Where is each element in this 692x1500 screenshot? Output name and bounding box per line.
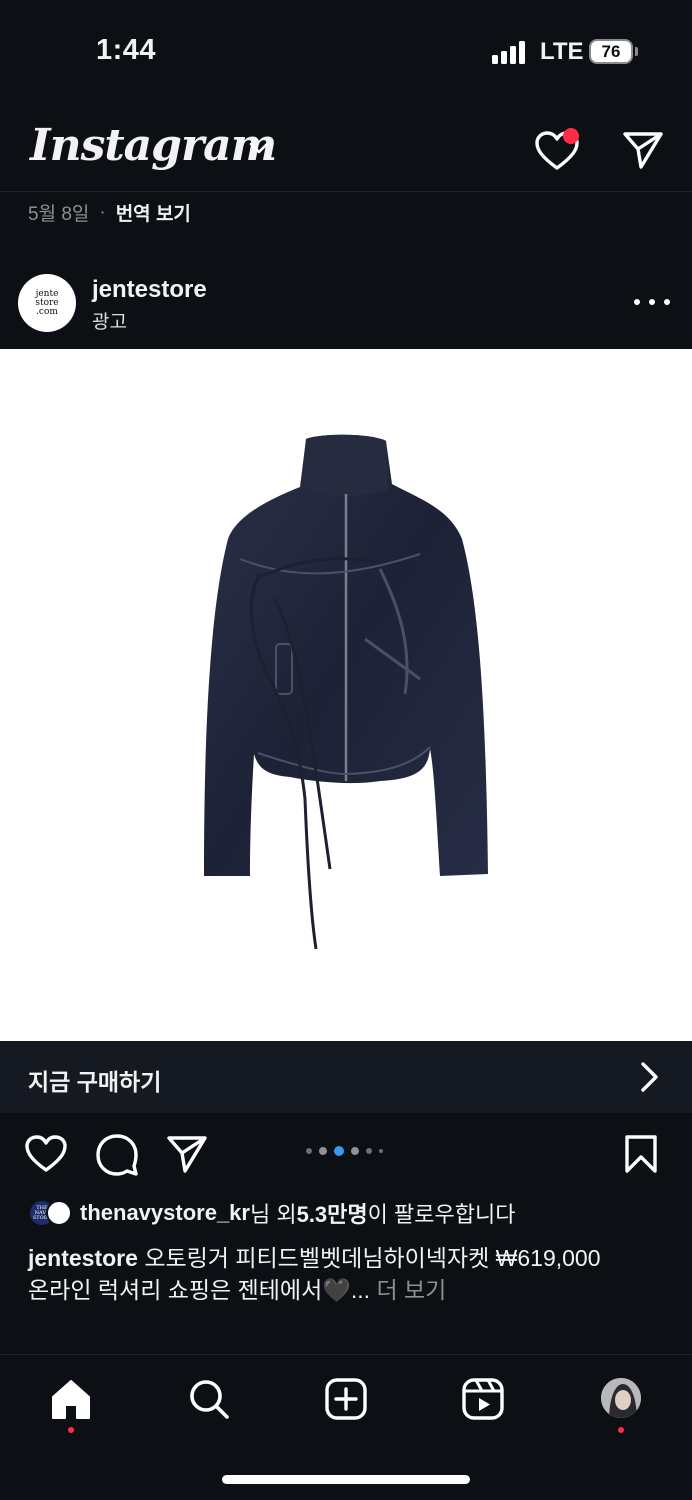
- app-header: Instagram: [0, 100, 692, 192]
- profile-activity-dot: [618, 1427, 624, 1433]
- home-indicator[interactable]: [222, 1475, 470, 1484]
- like-heart-icon[interactable]: [24, 1134, 68, 1174]
- profile-avatar[interactable]: [599, 1376, 643, 1420]
- home-icon[interactable]: [49, 1377, 93, 1421]
- share-send-icon[interactable]: [166, 1134, 208, 1174]
- cellular-signal-icon: [492, 40, 528, 64]
- post-username[interactable]: jentestore: [92, 276, 207, 304]
- create-post-icon[interactable]: [324, 1377, 368, 1421]
- post-actions: [0, 1130, 692, 1180]
- shop-now-cta[interactable]: 지금 구매하기: [0, 1041, 692, 1113]
- caption-username[interactable]: jentestore: [28, 1245, 138, 1271]
- more-options-button[interactable]: [634, 290, 670, 314]
- followed-suffix-2: 이 팔로우합니다: [367, 1202, 516, 1227]
- instagram-logo[interactable]: Instagram: [30, 120, 277, 171]
- status-bar: 1:44 LTE 76: [0, 0, 692, 100]
- meta-separator: ·: [99, 201, 106, 223]
- follower-count: 5.3만명: [296, 1202, 368, 1227]
- direct-send-icon[interactable]: [622, 130, 664, 170]
- network-type: LTE: [540, 38, 584, 65]
- post-author-avatar[interactable]: jente store .com: [18, 274, 76, 332]
- status-time: 1:44: [96, 34, 157, 66]
- chevron-right-icon: [641, 1062, 658, 1092]
- caption-line-1: 오토링거 피티드벨벳데님하이넥자켓 ₩619,000: [137, 1245, 601, 1271]
- post-caption: jentestore 오토링거 피티드벨벳데님하이넥자켓 ₩619,000 온라…: [28, 1242, 668, 1306]
- follower-avatar-2: [46, 1200, 72, 1226]
- cta-label: 지금 구매하기: [28, 1069, 162, 1095]
- see-more-link[interactable]: 더 보기: [376, 1277, 446, 1303]
- battery-level: 76: [601, 41, 621, 61]
- avatar-logo-text: jente store .com: [35, 288, 59, 317]
- see-translation-link[interactable]: 번역 보기: [116, 199, 191, 226]
- comment-icon[interactable]: [96, 1134, 138, 1176]
- battery-tip: [635, 47, 638, 56]
- follower-name[interactable]: thenavystore_kr: [80, 1200, 250, 1226]
- battery-icon: 76: [589, 39, 633, 64]
- carousel-indicator: [306, 1146, 383, 1156]
- home-activity-dot: [68, 1427, 74, 1433]
- post-date: 5월 8일: [28, 204, 90, 225]
- chevron-down-icon[interactable]: [248, 140, 270, 156]
- profile-photo: [601, 1378, 641, 1418]
- jacket-image: [204, 434, 488, 950]
- save-bookmark-icon[interactable]: [624, 1134, 658, 1174]
- caption-ellipsis: ...: [350, 1277, 377, 1303]
- notification-dot: [563, 128, 579, 144]
- search-icon[interactable]: [187, 1377, 231, 1421]
- reels-icon[interactable]: [461, 1377, 505, 1421]
- caption-line-2: 온라인 럭셔리 쇼핑은 젠테에서🖤: [28, 1277, 351, 1303]
- sponsored-label: 광고: [92, 312, 127, 333]
- followed-by[interactable]: THE NAVY STORE thenavystore_kr 님 외 5.3만명…: [28, 1197, 515, 1229]
- post-image[interactable]: [0, 349, 692, 1041]
- followed-suffix-1: 님 외: [249, 1202, 297, 1227]
- post-meta: 5월 8일 · 번역 보기: [28, 199, 191, 226]
